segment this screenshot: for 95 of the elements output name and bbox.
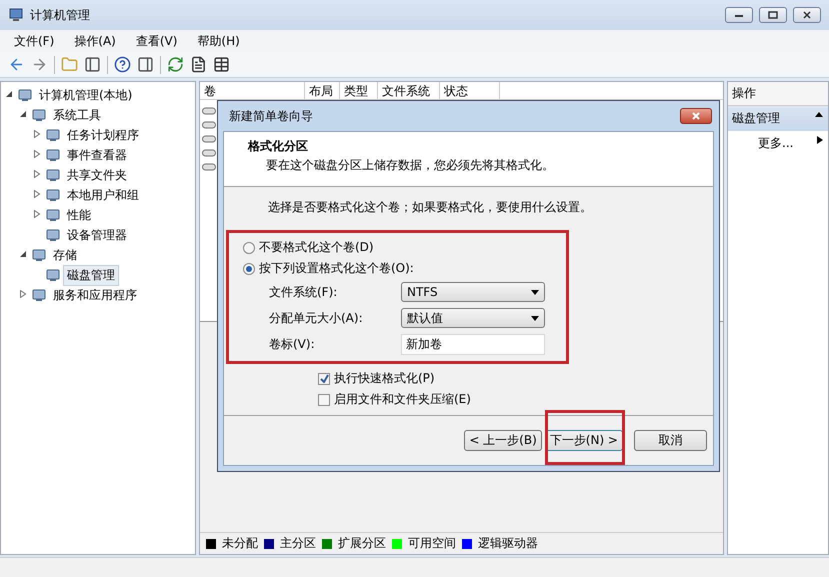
tree-item[interactable]: 共享文件夹	[63, 164, 131, 186]
drive-icon	[202, 162, 216, 172]
drive-icon	[202, 134, 216, 144]
column-header[interactable]: 状态	[440, 82, 500, 99]
checkbox[interactable]	[318, 394, 330, 406]
drive-icon	[202, 148, 216, 158]
collapse-arrow-icon[interactable]	[19, 110, 27, 118]
page-subtitle: 要在这个磁盘分区上储存数据，您必须先将其格式化。	[265, 157, 555, 174]
actions-section[interactable]: 磁盘管理	[728, 106, 828, 131]
close-icon	[691, 112, 701, 120]
dropdown[interactable]: NTFS	[401, 282, 545, 302]
prompt-text: 选择是否要格式化这个卷；如果要格式化，要使用什么设置。	[268, 199, 593, 216]
close-button[interactable]	[680, 108, 712, 124]
column-header[interactable]: 文件系统	[378, 82, 440, 99]
collapse-arrow-icon[interactable]	[5, 90, 13, 98]
panel-icon[interactable]	[84, 56, 101, 73]
node-icon	[32, 108, 46, 122]
node-icon	[46, 148, 60, 162]
expand-arrow-icon[interactable]	[33, 190, 41, 198]
node-icon	[46, 228, 60, 242]
legend-label: 可用空间	[408, 535, 456, 552]
tree-item[interactable]: 存储	[49, 244, 81, 266]
menu-item[interactable]: 查看(V)	[128, 30, 186, 52]
node-icon	[32, 248, 46, 262]
maximize-button[interactable]	[759, 7, 787, 23]
node-icon	[46, 188, 60, 202]
node-icon	[46, 168, 60, 182]
dropdown[interactable]: 默认值	[401, 308, 545, 328]
minimize-icon	[734, 12, 744, 18]
node-icon	[18, 88, 32, 102]
minimize-button[interactable]	[725, 7, 753, 23]
input-field[interactable]: 新加卷	[401, 334, 545, 354]
back-icon[interactable]	[8, 56, 25, 73]
node-icon	[46, 208, 60, 222]
document-icon[interactable]	[190, 56, 207, 73]
collapse-arrow-icon	[814, 110, 824, 118]
maximize-icon	[768, 11, 778, 19]
computer-icon	[8, 7, 24, 23]
panel-icon[interactable]	[137, 56, 154, 73]
wizard-button[interactable]: < 上一步(B)	[464, 430, 542, 451]
node-icon	[32, 288, 46, 302]
field-label: 分配单元大小(A):	[269, 310, 364, 326]
submenu-arrow-icon	[816, 135, 824, 145]
close-icon	[802, 11, 812, 19]
dropdown-arrow-icon	[531, 290, 539, 294]
radio-label: 不要格式化这个卷(D)	[259, 239, 374, 256]
tree-item[interactable]: 服务和应用程序	[49, 284, 141, 306]
drive-icon	[202, 106, 216, 116]
legend-label: 主分区	[280, 535, 316, 552]
column-header[interactable]: 布局	[305, 82, 340, 99]
action-item[interactable]: 更多...	[728, 131, 828, 156]
dialog-title: 新建简单卷向导	[229, 108, 313, 124]
expand-arrow-icon[interactable]	[33, 150, 41, 158]
field-label: 文件系统(F):	[269, 284, 338, 300]
dropdown-arrow-icon	[531, 316, 539, 320]
checkbox[interactable]	[318, 372, 330, 384]
actions-title: 操作	[728, 82, 828, 106]
legend-label: 未分配	[222, 535, 258, 552]
wizard-button[interactable]: 取消	[634, 430, 707, 451]
window-title: 计算机管理	[30, 6, 91, 24]
radio-button[interactable]	[243, 262, 255, 274]
help-icon[interactable]	[114, 56, 131, 73]
tree-item[interactable]: 磁盘管理	[63, 264, 119, 286]
tree-item[interactable]: 计算机管理(本地)	[35, 84, 136, 106]
tree-item[interactable]: 性能	[63, 204, 95, 226]
menu-item[interactable]: 文件(F)	[6, 30, 62, 52]
checkbox-label: 启用文件和文件夹压缩(E)	[334, 391, 471, 408]
expand-arrow-icon[interactable]	[33, 170, 41, 178]
close-button[interactable]	[793, 7, 821, 23]
tree-item[interactable]: 本地用户和组	[63, 184, 143, 206]
page-heading: 格式化分区	[248, 138, 309, 155]
expand-arrow-icon[interactable]	[19, 290, 27, 298]
tree-item[interactable]: 系统工具	[49, 104, 105, 126]
refresh-icon[interactable]	[167, 56, 184, 73]
expand-arrow-icon[interactable]	[33, 130, 41, 138]
menu-item[interactable]: 操作(A)	[66, 30, 124, 52]
menu-item[interactable]: 帮助(H)	[189, 30, 248, 52]
expand-arrow-icon[interactable]	[33, 210, 41, 218]
legend-label: 逻辑驱动器	[478, 535, 538, 552]
column-header[interactable]: 类型	[340, 82, 378, 99]
node-icon	[46, 128, 60, 142]
drive-icon	[202, 120, 216, 130]
column-header[interactable]: 卷	[200, 82, 305, 99]
tree-item[interactable]: 事件查看器	[63, 144, 131, 166]
field-label: 卷标(V):	[269, 336, 316, 352]
tree-item[interactable]: 设备管理器	[63, 224, 131, 246]
tree-item[interactable]: 任务计划程序	[63, 124, 143, 146]
radio-label: 按下列设置格式化这个卷(O):	[259, 260, 414, 277]
node-icon	[46, 268, 60, 282]
forward-icon[interactable]	[31, 56, 48, 73]
radio-button[interactable]	[243, 242, 255, 254]
legend-label: 扩展分区	[338, 535, 386, 552]
checkbox-label: 执行快速格式化(P)	[334, 370, 435, 387]
table-icon[interactable]	[213, 56, 230, 73]
collapse-arrow-icon[interactable]	[19, 250, 27, 258]
